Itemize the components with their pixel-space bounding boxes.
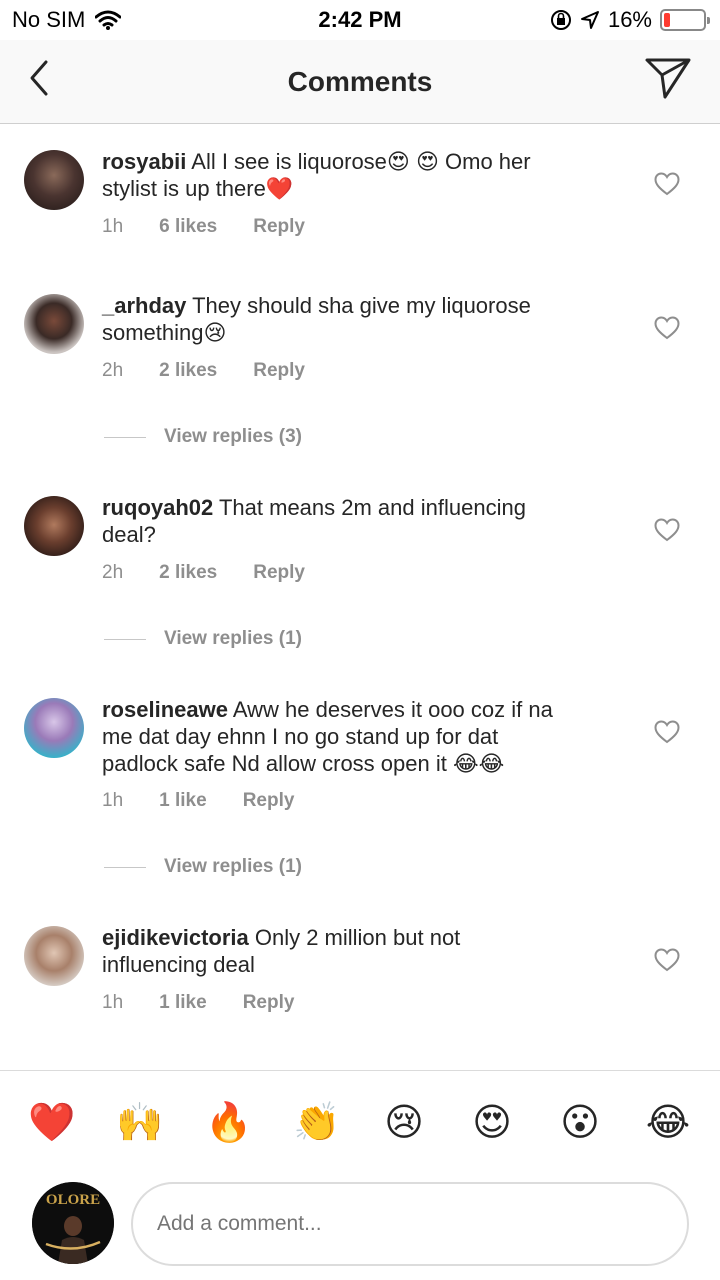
- battery-icon: [660, 9, 710, 31]
- heart-icon[interactable]: [654, 316, 680, 340]
- comment-input[interactable]: [131, 1182, 689, 1266]
- heart-icon[interactable]: [654, 518, 680, 542]
- user-avatar[interactable]: OLORE: [32, 1182, 114, 1264]
- comment-body-line: They should sha give my liquorose: [186, 293, 531, 318]
- replies-divider-line: [104, 638, 146, 640]
- status-bar: No SIM 2:42 PM 16%: [0, 0, 720, 40]
- heart-icon[interactable]: [654, 172, 680, 196]
- reaction-fire-emoji[interactable]: 🔥: [205, 1100, 252, 1146]
- view-replies-label[interactable]: View replies (1): [164, 856, 302, 878]
- comment-body-line: That means 2m and influencing: [213, 495, 526, 520]
- comment-text: rosyabii All I see is liquorose😍 😍 Omo h…: [102, 148, 602, 202]
- reaction-surprised-emoji[interactable]: 😮: [557, 1100, 603, 1146]
- comment-meta: 1h 1 like Reply: [102, 992, 330, 1014]
- comment-body-line: stylist is up there❤️: [102, 176, 294, 201]
- heart-icon[interactable]: [654, 948, 680, 972]
- comment-body-line: deal?: [102, 522, 156, 547]
- reply-button[interactable]: Reply: [243, 790, 295, 812]
- replies-divider-line: [104, 866, 146, 868]
- comment-username[interactable]: ruqoyah02: [102, 495, 213, 520]
- composer-divider: [0, 1070, 720, 1071]
- avatar[interactable]: [24, 496, 84, 556]
- comment-time: 2h: [102, 562, 124, 583]
- comment-text: roselineawe Aww he deserves it ooo coz i…: [102, 696, 602, 777]
- battery-percent: 16%: [607, 7, 652, 32]
- comment-username[interactable]: _arhday: [102, 293, 186, 318]
- avatar[interactable]: [24, 926, 84, 986]
- reaction-heart-emoji[interactable]: ❤️: [28, 1100, 75, 1146]
- heart-icon[interactable]: [654, 720, 680, 744]
- comment-username[interactable]: roselineawe: [102, 697, 228, 722]
- view-replies-button[interactable]: View replies (1): [104, 856, 302, 878]
- comment-text: ruqoyah02 That means 2m and influencing …: [102, 494, 602, 548]
- comment-body-line: me dat day ehnn I no go stand up for dat: [102, 724, 499, 749]
- reply-button[interactable]: Reply: [253, 562, 305, 584]
- replies-divider-line: [104, 436, 146, 438]
- status-right: 16%: [550, 7, 710, 33]
- user-avatar-image: OLORE: [32, 1182, 114, 1264]
- comment-body-line: Aww he deserves it ooo coz if na: [227, 697, 553, 722]
- view-replies-label[interactable]: View replies (3): [164, 426, 302, 448]
- comment-meta: 2h 2 likes Reply: [102, 360, 341, 382]
- orientation-lock-icon: [550, 10, 571, 30]
- reply-button[interactable]: Reply: [253, 216, 305, 238]
- comment-likes[interactable]: 1 like: [159, 790, 207, 812]
- comment-likes[interactable]: 6 likes: [159, 216, 217, 238]
- avatar[interactable]: [24, 150, 84, 210]
- comment-body-line: padlock safe Nd allow cross open it 😂😂: [102, 751, 505, 776]
- comment-body-line: Only 2 million but not: [248, 925, 461, 950]
- comment-body-line: All I see is liquorose😍 😍 Omo her: [186, 149, 531, 174]
- avatar[interactable]: [24, 698, 84, 758]
- battery-level: [664, 13, 671, 27]
- reaction-heart-eyes-emoji[interactable]: 😍: [469, 1100, 515, 1146]
- comment-time: 1h: [102, 216, 124, 237]
- comment-username[interactable]: ejidikevictoria: [102, 925, 249, 950]
- comment-body-line: influencing deal: [102, 952, 255, 977]
- page-title: Comments: [287, 66, 433, 97]
- reply-button[interactable]: Reply: [253, 360, 305, 382]
- comment-meta: 2h 2 likes Reply: [102, 562, 341, 584]
- comment-time: 2h: [102, 360, 124, 381]
- avatar-logo-text: OLORE: [46, 1192, 100, 1208]
- header: Comments: [0, 40, 720, 124]
- reaction-clap-emoji[interactable]: 👏: [293, 1100, 340, 1146]
- comment-text: ejidikevictoria Only 2 million but not i…: [102, 924, 602, 978]
- avatar[interactable]: [24, 294, 84, 354]
- comment-meta: 1h 1 like Reply: [102, 790, 330, 812]
- reaction-raising-hands-emoji[interactable]: 🙌: [116, 1100, 163, 1146]
- comment-body-line: something😢: [102, 320, 227, 345]
- comment-time: 1h: [102, 790, 124, 811]
- view-replies-button[interactable]: View replies (1): [104, 628, 302, 650]
- reply-button[interactable]: Reply: [243, 992, 295, 1014]
- paper-plane-icon[interactable]: [644, 56, 692, 100]
- comment-likes[interactable]: 2 likes: [159, 360, 217, 382]
- location-arrow-icon: [580, 11, 599, 29]
- comment-time: 1h: [102, 992, 124, 1013]
- comment-username[interactable]: rosyabii: [102, 149, 186, 174]
- comment-text: _arhday They should sha give my liquoros…: [102, 292, 602, 346]
- view-replies-label[interactable]: View replies (1): [164, 628, 302, 650]
- reaction-laughing-emoji[interactable]: 😂: [645, 1100, 691, 1146]
- quick-reactions-bar: ❤️ 🙌 🔥 👏 😢 😍 😮 😂: [0, 1100, 720, 1146]
- view-replies-button[interactable]: View replies (3): [104, 426, 302, 448]
- comment-meta: 1h 6 likes Reply: [102, 216, 341, 238]
- reaction-crying-emoji[interactable]: 😢: [381, 1100, 427, 1146]
- comment-likes[interactable]: 2 likes: [159, 562, 217, 584]
- comment-likes[interactable]: 1 like: [159, 992, 207, 1014]
